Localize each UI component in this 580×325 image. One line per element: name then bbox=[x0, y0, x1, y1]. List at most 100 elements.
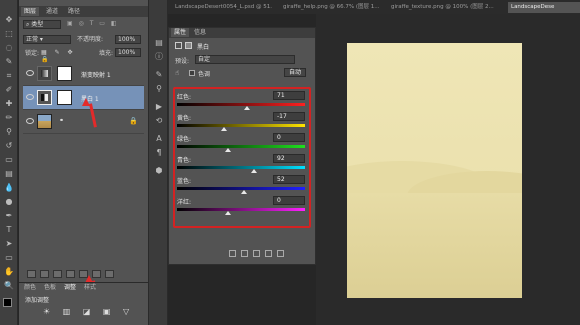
visibility-eye-icon[interactable] bbox=[26, 94, 34, 100]
history-brush-tool-icon[interactable]: ↺ bbox=[3, 140, 15, 151]
reset-icon[interactable] bbox=[253, 250, 260, 257]
preset-label: 预设: bbox=[175, 58, 190, 65]
layer-mask-thumbnail bbox=[57, 66, 72, 81]
lock-label: 锁定: bbox=[25, 50, 40, 57]
layer-filter-select[interactable]: ⌕ 类型 bbox=[23, 20, 61, 29]
document-canvas[interactable] bbox=[347, 43, 522, 298]
info-panel-icon[interactable]: ⓘ bbox=[154, 52, 164, 62]
tint-checkbox[interactable] bbox=[189, 70, 195, 76]
visibility-eye-icon[interactable] bbox=[26, 70, 34, 76]
add-adjustment-title: 添加调整 bbox=[25, 297, 50, 304]
tab-adjustments[interactable]: 调整 bbox=[61, 283, 80, 292]
new-layer-icon[interactable] bbox=[92, 270, 101, 278]
layer-image-thumbnail bbox=[37, 114, 52, 129]
tab-swatches[interactable]: 色板 bbox=[41, 283, 59, 292]
doc-tab[interactable]: giraffe_texture.png @ 100% (图层 2... bbox=[388, 2, 498, 13]
filter-icons[interactable]: ▣ ◎ T ▭ ◧ bbox=[67, 20, 127, 29]
path-select-tool-icon[interactable]: ➤ bbox=[3, 238, 15, 249]
tab-properties[interactable]: 属性 bbox=[171, 28, 190, 37]
panel-icon-strip: ▤ ⓘ ✎ ⚲ ▶ ⟲ A ¶ ⬢ bbox=[148, 0, 168, 325]
hand-tool-icon[interactable]: ✋ bbox=[3, 266, 15, 277]
delete-layer-icon[interactable] bbox=[105, 270, 114, 278]
delete-icon[interactable] bbox=[277, 250, 284, 257]
layer-fx-icon: ⚭ bbox=[59, 117, 65, 124]
layer-row-gradient-map[interactable]: 渐变映射 1 bbox=[23, 62, 144, 86]
preset-select[interactable]: 自定 bbox=[195, 55, 295, 64]
tab-color[interactable]: 颜色 bbox=[21, 283, 39, 292]
add-mask-icon[interactable] bbox=[53, 270, 62, 278]
opacity-input[interactable]: 100% bbox=[115, 35, 141, 44]
adjustment-thumbnail-icon bbox=[37, 90, 52, 105]
doc-tab-active[interactable]: LandscapeDese bbox=[508, 2, 580, 13]
mask-icon[interactable] bbox=[185, 42, 192, 49]
3d-icon[interactable]: ⬢ bbox=[154, 166, 164, 176]
tint-label: 色调 bbox=[198, 71, 211, 78]
layer-filter-label: 类型 bbox=[31, 21, 44, 28]
actions-icon[interactable]: ▶ bbox=[154, 102, 164, 112]
tab-info[interactable]: 信息 bbox=[191, 28, 209, 37]
fill-input[interactable]: 100% bbox=[115, 48, 141, 57]
fx-icon[interactable] bbox=[40, 270, 49, 278]
highlight-box bbox=[173, 87, 311, 228]
annotation-arrow-head bbox=[82, 98, 90, 106]
dodge-tool-icon[interactable]: ● bbox=[3, 196, 15, 207]
properties-panel-icon[interactable]: ▤ bbox=[154, 38, 164, 48]
history-icon[interactable]: ⟲ bbox=[154, 116, 164, 126]
opacity-label: 不透明度: bbox=[77, 36, 104, 43]
type-tool-icon[interactable]: T bbox=[3, 224, 15, 235]
fill-value: 100% bbox=[118, 49, 136, 56]
target-adjust-hand-icon[interactable]: ☝ bbox=[175, 69, 179, 77]
foreground-color-swatch[interactable] bbox=[3, 298, 12, 307]
doc-tab[interactable]: giraffe_help.png @ 66.7% (图层 1... bbox=[280, 2, 380, 13]
properties-bottom-toolbar bbox=[229, 250, 309, 260]
healing-tool-icon[interactable]: ✚ bbox=[3, 98, 15, 109]
properties-header: 黑白 bbox=[169, 40, 315, 52]
sand-foreground bbox=[347, 193, 522, 298]
blend-mode-value: 正常 bbox=[26, 36, 39, 43]
adjustment-title: 黑白 bbox=[197, 44, 210, 51]
lasso-tool-icon[interactable]: ◌ bbox=[3, 42, 15, 53]
tab-channels[interactable]: 通道 bbox=[43, 7, 61, 16]
clone-stamp-tool-icon[interactable]: ⚲ bbox=[3, 126, 15, 137]
move-tool-icon[interactable]: ✥ bbox=[3, 14, 15, 25]
gradient-tool-icon[interactable]: ▤ bbox=[3, 168, 15, 179]
eraser-tool-icon[interactable]: ▭ bbox=[3, 154, 15, 165]
opacity-value: 100% bbox=[118, 36, 136, 43]
layer-name[interactable]: 渐变映射 1 bbox=[81, 70, 111, 79]
shape-tool-icon[interactable]: ▭ bbox=[3, 252, 15, 263]
tools-bar: ✥ ⬚ ◌ ✎ ⌗ ✐ ✚ ✏ ⚲ ↺ ▭ ▤ 💧 ● ✒ T ➤ ▭ ✋ 🔍 bbox=[0, 0, 18, 325]
auto-button[interactable]: 自动 bbox=[284, 68, 306, 77]
adjustment-type-icon bbox=[175, 42, 182, 49]
layers-tab-row: 图层 通道 路径 bbox=[19, 6, 148, 17]
link-layers-icon[interactable] bbox=[27, 270, 36, 278]
tab-styles[interactable]: 样式 bbox=[81, 283, 99, 292]
layer-row-background[interactable]: ⚭ 🔒 bbox=[23, 110, 144, 134]
lock-icons[interactable]: ▦ ✎ ✥ 🔒 bbox=[41, 49, 81, 63]
visibility-icon[interactable] bbox=[265, 250, 272, 257]
character-icon[interactable]: A bbox=[154, 134, 164, 144]
blend-mode-select[interactable]: 正常 ▾ bbox=[23, 35, 71, 44]
tab-paths[interactable]: 路径 bbox=[65, 7, 83, 16]
zoom-tool-icon[interactable]: 🔍 bbox=[3, 280, 15, 291]
quick-select-tool-icon[interactable]: ✎ bbox=[3, 56, 15, 67]
marquee-tool-icon[interactable]: ⬚ bbox=[3, 28, 15, 39]
lock-icon: 🔒 bbox=[129, 117, 138, 125]
blur-tool-icon[interactable]: 💧 bbox=[3, 182, 15, 193]
brush-panel-icon[interactable]: ✎ bbox=[154, 70, 164, 80]
adjustments-panel: 颜色 色板 调整 样式 添加调整 ☀ ▥ ◪ ▣ ▽ bbox=[19, 282, 148, 325]
crop-tool-icon[interactable]: ⌗ bbox=[3, 70, 15, 81]
clip-to-layer-icon[interactable] bbox=[229, 250, 236, 257]
visibility-eye-icon[interactable] bbox=[26, 118, 34, 124]
clone-source-icon[interactable]: ⚲ bbox=[154, 84, 164, 94]
tab-layers[interactable]: 图层 bbox=[21, 7, 40, 16]
adjustment-icons[interactable]: ☀ ▥ ◪ ▣ ▽ bbox=[43, 307, 134, 316]
layer-mask-thumbnail bbox=[57, 90, 72, 105]
fill-label: 填充: bbox=[99, 50, 114, 57]
eyedropper-tool-icon[interactable]: ✐ bbox=[3, 84, 15, 95]
brush-tool-icon[interactable]: ✏ bbox=[3, 112, 15, 123]
pen-tool-icon[interactable]: ✒ bbox=[3, 210, 15, 221]
doc-tab[interactable]: LandscapeDesert0054_L.psd @ 51... bbox=[172, 2, 272, 13]
new-adjustment-icon[interactable] bbox=[66, 270, 75, 278]
view-previous-icon[interactable] bbox=[241, 250, 248, 257]
paragraph-icon[interactable]: ¶ bbox=[154, 148, 164, 158]
